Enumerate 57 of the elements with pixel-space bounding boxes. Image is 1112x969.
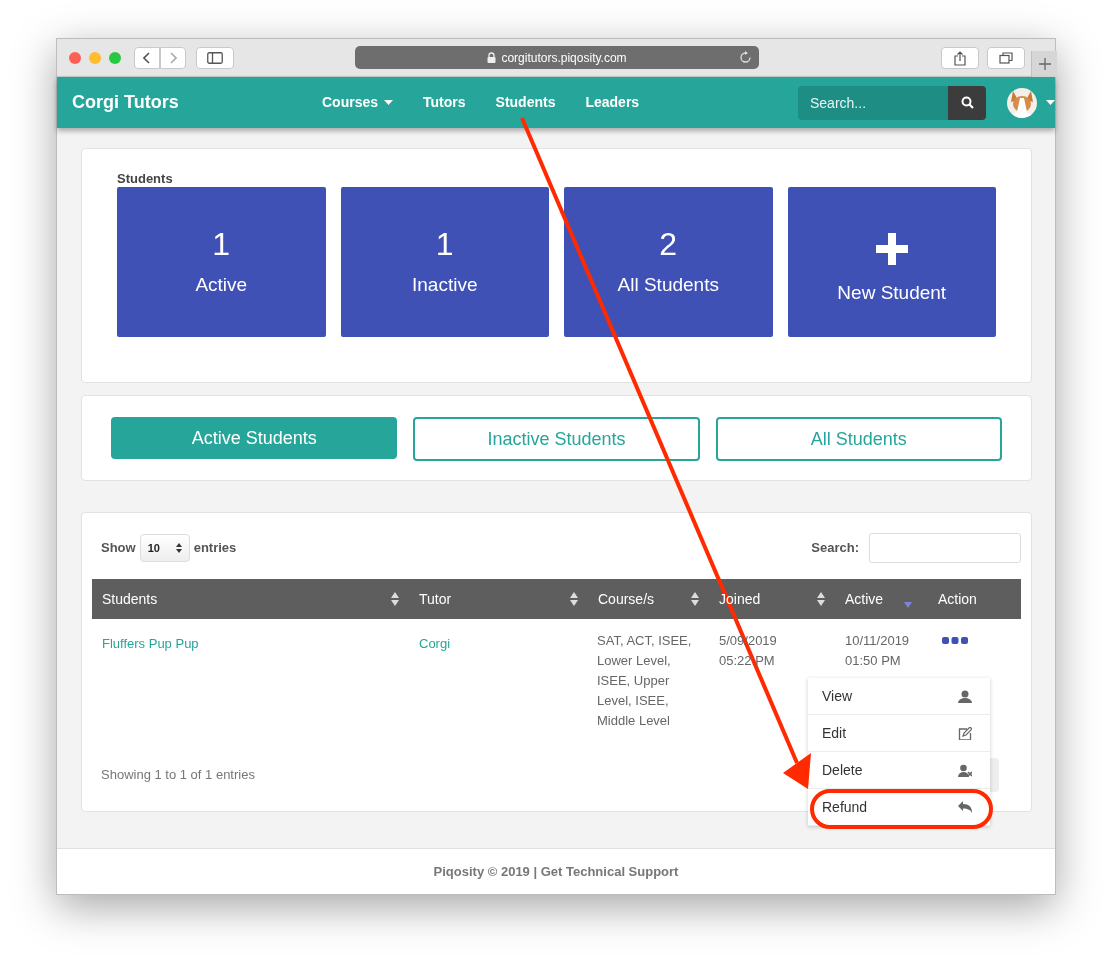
- back-icon: [143, 52, 151, 64]
- sort-icon: [817, 592, 825, 606]
- zoom-window-icon[interactable]: [109, 52, 121, 64]
- user-icon: [958, 689, 972, 703]
- column-header[interactable]: Students: [92, 579, 409, 619]
- share-icon: [954, 50, 966, 66]
- table-cell-text: 10/11/2019 01:50 PM: [845, 632, 911, 670]
- tabs-icon: [999, 52, 1013, 64]
- sidebar-icon: [207, 52, 223, 64]
- new-tab-button[interactable]: [1031, 51, 1057, 77]
- search-label: Search:: [811, 539, 859, 558]
- show-label: Show: [101, 539, 136, 558]
- summary-tile[interactable]: New Student: [787, 187, 996, 337]
- url-text: corgitutors.piqosity.com: [501, 49, 627, 67]
- menu-item[interactable]: Edit: [808, 715, 990, 752]
- sort-icon: [391, 592, 399, 606]
- table-search-field[interactable]: [869, 533, 1021, 563]
- plus-icon: [875, 232, 908, 265]
- column-header[interactable]: Course/s: [588, 579, 709, 619]
- table-cell-text: SAT, ACT, ISEE, Lower Level, ISEE, Upper Level, ISEE, Middle Level: [597, 632, 693, 730]
- search-button[interactable]: [948, 85, 986, 120]
- plus-icon: [1038, 58, 1051, 70]
- search-icon: [960, 96, 974, 109]
- sort-descending-icon: [904, 602, 912, 608]
- edit-icon: [958, 726, 972, 740]
- column-header[interactable]: Tutor: [409, 579, 588, 619]
- reload-icon[interactable]: [739, 51, 752, 64]
- address-bar[interactable]: corgitutors.piqosity.com: [355, 46, 759, 69]
- reply-icon: [958, 800, 972, 814]
- sidebar-button[interactable]: [196, 47, 234, 69]
- forward-icon: [169, 52, 177, 64]
- footer-text: Piqosity © 2019 | Get Technical Support: [433, 862, 679, 881]
- sort-icon: [691, 592, 699, 606]
- lock-icon: [487, 52, 497, 63]
- page-length-select[interactable]: 10: [139, 534, 190, 562]
- caret-icon: [384, 100, 394, 105]
- back-button[interactable]: [134, 47, 160, 69]
- more-icon[interactable]: [942, 637, 968, 644]
- caret-icon[interactable]: [1046, 100, 1055, 105]
- share-button[interactable]: [941, 47, 979, 69]
- table-info: Showing 1 to 1 of 1 entries: [101, 766, 255, 784]
- menu-item[interactable]: Refund: [808, 789, 990, 826]
- summary-tile[interactable]: 1 Inactive: [340, 187, 549, 337]
- summary-tile[interactable]: 2 All Students: [564, 187, 773, 337]
- column-header[interactable]: Action: [928, 579, 1018, 619]
- search-field[interactable]: Search...: [798, 85, 948, 120]
- section-title: Students: [117, 171, 174, 186]
- column-header[interactable]: Active: [835, 579, 928, 619]
- menu-item[interactable]: View: [808, 678, 990, 715]
- stepper-icon: [175, 543, 182, 553]
- close-window-icon[interactable]: [69, 52, 81, 64]
- entries-label: entries: [193, 539, 237, 558]
- tabs-button[interactable]: [987, 47, 1025, 69]
- sort-icon: [570, 592, 578, 606]
- user-remove-icon: [958, 763, 972, 777]
- summary-tile[interactable]: 1 Active: [117, 187, 326, 337]
- forward-button[interactable]: [160, 47, 186, 69]
